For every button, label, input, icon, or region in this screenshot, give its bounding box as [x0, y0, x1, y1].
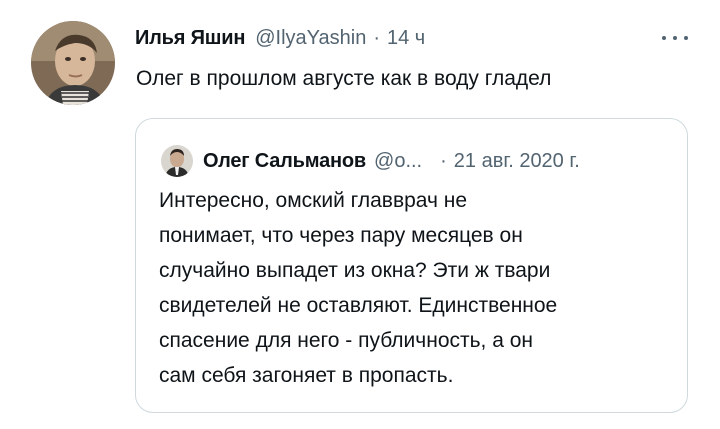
quoted-tweet-card[interactable]: Олег Сальманов @о... · 21 авг. 2020 г. И…	[135, 118, 688, 413]
tweet-text: Олег в прошлом августе как в воду гладел	[136, 67, 552, 90]
quoted-text-line: сам себя загоняет в пропасть.	[159, 364, 454, 387]
quoted-tweet-text: Интересно, омский главврач не понимает, …	[159, 183, 679, 393]
author-name[interactable]: Илья Яшин	[135, 27, 245, 50]
quoted-author-avatar-image	[161, 145, 193, 177]
quoted-author-handle: @о...	[374, 149, 423, 172]
quoted-text-line: Интересно, омский главврач не	[159, 189, 468, 212]
author-handle[interactable]: @IlyaYashin	[255, 27, 366, 50]
quoted-author-avatar	[161, 145, 193, 177]
header-separator: ·	[373, 26, 380, 49]
author-avatar[interactable]	[31, 21, 115, 105]
more-options-button[interactable]	[662, 30, 688, 46]
quoted-tweet-header: Олег Сальманов @о... · 21 авг. 2020 г.	[161, 143, 580, 179]
tweet-timestamp[interactable]: 14 ч	[387, 27, 425, 50]
quoted-text-line: спасение для него - публичность, а он	[159, 329, 534, 352]
quoted-header-separator: ·	[440, 149, 447, 172]
more-horizontal-icon-dot	[662, 36, 666, 40]
author-avatar-image	[31, 21, 115, 105]
quoted-author-name: Олег Сальманов	[203, 149, 367, 172]
more-horizontal-icon-dot	[673, 36, 677, 40]
more-horizontal-icon-dot	[684, 36, 688, 40]
tweet-header: Илья Яшин @IlyaYashin · 14 ч	[135, 24, 425, 52]
quoted-text-line: понимает, что через пару месяцев он	[159, 224, 523, 247]
quoted-tweet-date: 21 авг. 2020 г.	[453, 149, 580, 172]
quoted-text-line: случайно выпадет из окна? Эти ж твари	[159, 259, 551, 282]
quoted-text-line: свидетелей не оставляют. Единственное	[159, 294, 558, 317]
